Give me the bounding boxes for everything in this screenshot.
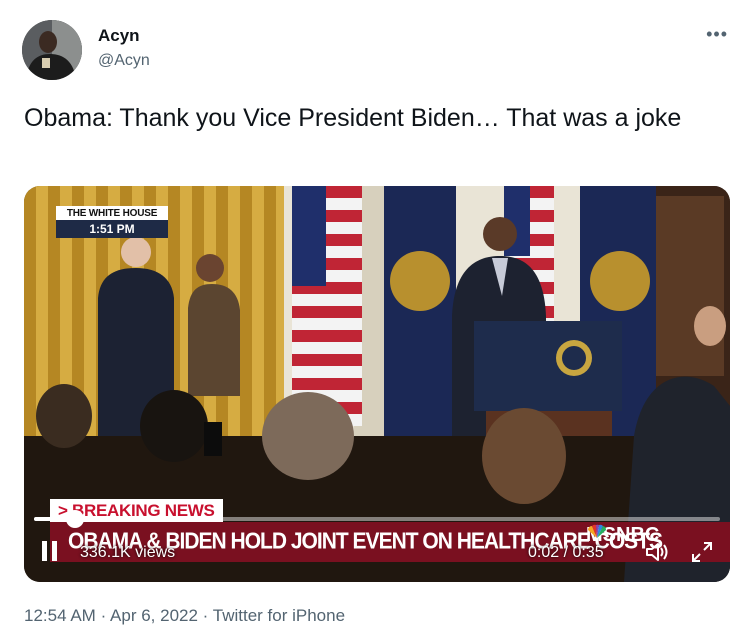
video-progress-bar[interactable] <box>34 510 720 528</box>
video-player[interactable]: THE WHITE HOUSE 1:51 PM > BREAKING NEWS … <box>24 186 730 582</box>
badge-source: THE WHITE HOUSE <box>66 208 158 219</box>
pause-icon[interactable] <box>42 541 58 561</box>
source-badge: THE WHITE HOUSE 1:51 PM <box>56 206 168 238</box>
playback-time: 0:02 / 0:35 <box>528 544 604 561</box>
peacock-icon <box>588 524 607 538</box>
fullscreen-icon[interactable] <box>690 540 714 564</box>
client-link[interactable]: Twitter for iPhone <box>213 606 345 625</box>
view-count: 336.1K views <box>80 544 176 561</box>
tweet-text: Obama: Thank you Vice President Biden… T… <box>24 104 682 132</box>
volume-icon[interactable] <box>644 540 670 564</box>
badge-time: 1:51 PM <box>56 220 168 238</box>
author-name[interactable]: Acyn <box>98 26 140 46</box>
timestamp-time[interactable]: 12:54 AM <box>24 606 96 625</box>
author-handle[interactable]: @Acyn <box>98 52 150 70</box>
tweet-timestamp[interactable]: 12:54 AM · Apr 6, 2022 · Twitter for iPh… <box>24 606 345 626</box>
avatar[interactable] <box>22 20 82 80</box>
timestamp-date[interactable]: Apr 6, 2022 <box>110 606 198 625</box>
more-icon[interactable]: ••• <box>706 24 728 45</box>
